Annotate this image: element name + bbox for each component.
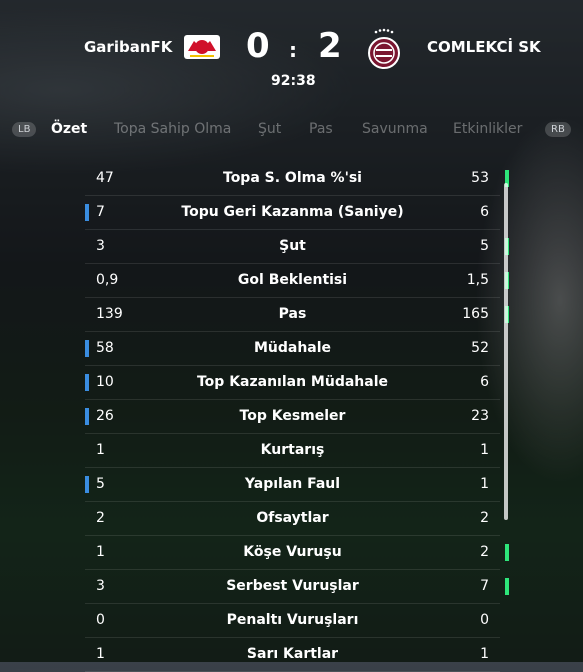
tab-etkinlikler[interactable]: Etkinlikler [453, 121, 522, 137]
stat-row: 1 Sarı Kartlar 1 [85, 638, 500, 672]
stat-label: Müdahale [253, 340, 332, 356]
stat-label: Gol Beklentisi [237, 272, 348, 288]
stat-label: Penaltı Vuruşları [226, 612, 359, 628]
stat-label: Pas [278, 306, 307, 322]
away-stat-value: 23 [471, 408, 489, 424]
stat-row: 7 Topu Geri Kazanma (Saniye) 6 [85, 196, 500, 230]
stat-label: Top Kesmeler [239, 408, 346, 424]
away-stat-value: 2 [480, 544, 489, 560]
away-stat-value: 52 [471, 340, 489, 356]
away-stat-value: 7 [480, 578, 489, 594]
lb-button-hint[interactable]: LB [12, 122, 37, 137]
stat-row: 3 Serbest Vuruşlar 7 [85, 570, 509, 604]
home-score: 0 [246, 26, 270, 66]
stat-label: Topu Geri Kazanma (Saniye) [181, 204, 404, 220]
away-stat-value: 1,5 [466, 272, 489, 288]
stat-row: 26 Top Kesmeler 23 [85, 400, 500, 434]
stat-label: Köşe Vuruşu [243, 544, 342, 560]
away-stat-value: 1 [480, 476, 489, 492]
away-leader-indicator [505, 578, 509, 595]
stat-row: 5 Yapılan Faul 1 [85, 468, 500, 502]
stat-label: Serbest Vuruşlar [226, 578, 359, 594]
stat-row: 3 Şut 5 [85, 230, 509, 264]
stat-label: Ofsaytlar [256, 510, 329, 526]
stats-tab-bar: LB Özet Topa Sahip Olma Şut Pas Savunma … [0, 116, 583, 144]
away-stat-value: 0 [480, 612, 489, 628]
score-separator: : [289, 38, 297, 62]
away-stat-value: 1 [480, 442, 489, 458]
home-team-name: GaribanFK [84, 38, 173, 56]
stats-table: 47 Topa S. Olma %'si 53 7 Topu Geri Kazanma … [85, 162, 509, 672]
away-stat-value: 6 [480, 374, 489, 390]
tab-topa-sahip-olma[interactable]: Topa Sahip Olma [114, 121, 231, 137]
stat-label: Topa S. Olma %'si [223, 170, 362, 186]
tab-sut[interactable]: Şut [258, 121, 281, 137]
tab-ozet[interactable]: Özet [51, 121, 87, 137]
stat-row: 1 Köşe Vuruşu 2 [85, 536, 509, 570]
away-stat-value: 2 [480, 510, 489, 526]
away-stat-value: 53 [471, 170, 489, 186]
stat-row: 2 Ofsaytlar 2 [85, 502, 500, 536]
stat-label: Kurtarış [260, 442, 325, 458]
stat-row: 58 Müdahale 52 [85, 332, 500, 366]
stat-row: 1 Kurtarış 1 [85, 434, 500, 468]
scrollbar[interactable] [504, 183, 508, 520]
tab-pas[interactable]: Pas [309, 121, 333, 137]
home-team-crest-icon [184, 35, 220, 59]
stat-row: 47 Topa S. Olma %'si 53 [85, 162, 509, 196]
stat-label: Top Kazanılan Müdahale [196, 374, 389, 390]
stat-label: Sarı Kartlar [246, 646, 339, 662]
away-stat-value: 6 [480, 204, 489, 220]
stat-label: Yapılan Faul [244, 476, 341, 492]
away-team-crest-icon [368, 28, 400, 69]
stat-row: 10 Top Kazanılan Müdahale 6 [85, 366, 500, 400]
scoreboard: GaribanFK 0 : 2 COMLEKCİ SK 92:38 [0, 0, 583, 100]
stat-row: 139 Pas 165 [85, 298, 509, 332]
stat-row: 0 Penaltı Vuruşları 0 [85, 604, 500, 638]
away-score: 2 [318, 26, 342, 66]
rb-button-hint[interactable]: RB [545, 122, 571, 137]
tab-savunma[interactable]: Savunma [362, 121, 428, 137]
away-stat-value: 5 [480, 238, 489, 254]
away-team-name: COMLEKCİ SK [427, 38, 541, 56]
match-clock: 92:38 [271, 73, 316, 89]
away-leader-indicator [505, 544, 509, 561]
stat-label: Şut [279, 238, 306, 254]
stat-row: 0,9 Gol Beklentisi 1,5 [85, 264, 509, 298]
away-stat-value: 165 [462, 306, 489, 322]
away-stat-value: 1 [480, 646, 489, 662]
